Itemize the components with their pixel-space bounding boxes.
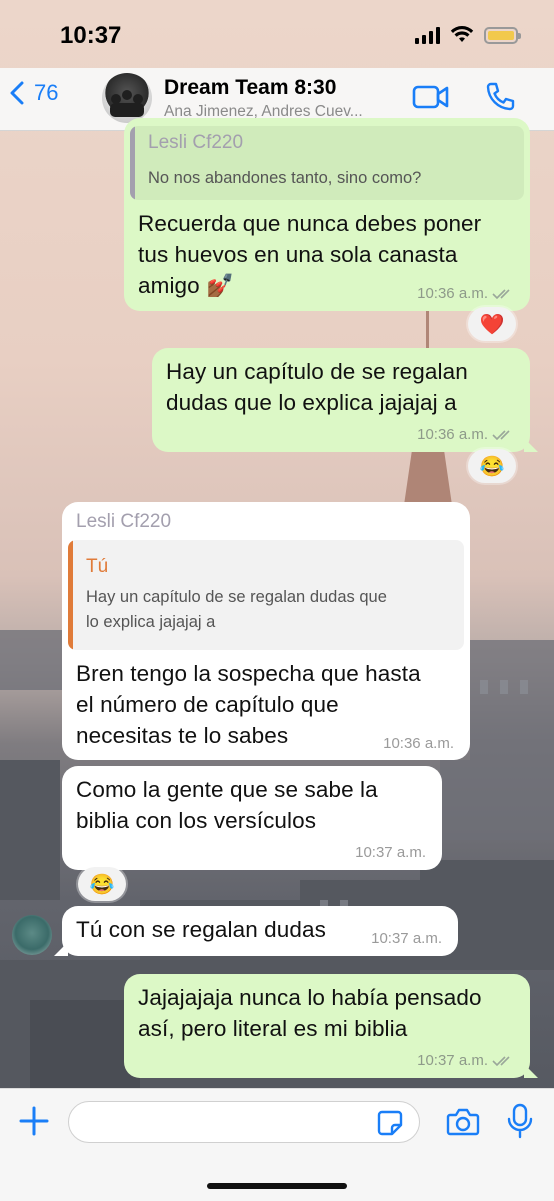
- video-call-button[interactable]: [412, 83, 450, 116]
- chevron-left-icon: [10, 81, 24, 105]
- message-line: Jajajajaja nunca lo había pensado: [138, 985, 482, 1010]
- message-text: Tú con se regalan dudas: [76, 917, 326, 942]
- message-meta: 10:37 a.m.: [417, 1052, 514, 1069]
- message-meta: 10:36 a.m.: [417, 426, 514, 443]
- message-text: Bren tengo la sospecha que hasta el núme…: [76, 658, 421, 751]
- reaction-badge[interactable]: 😂: [468, 449, 516, 483]
- message-time: 10:36 a.m.: [417, 285, 488, 302]
- message-meta: 10:36 a.m.: [383, 735, 454, 752]
- message-text: Como la gente que se sabe la biblia con …: [76, 774, 378, 836]
- message-text: Hay un capítulo de se regalan dudas que …: [166, 356, 468, 418]
- quoted-message[interactable]: Lesli Cf220 No nos abandones tanto, sino…: [130, 126, 524, 200]
- sticker-button[interactable]: [376, 1109, 404, 1142]
- message-meta: 10:36 a.m.: [417, 285, 514, 302]
- message-line: necesitas te lo sabes: [76, 723, 289, 748]
- attach-button[interactable]: [18, 1105, 50, 1142]
- microphone-icon: [507, 1103, 533, 1139]
- quoted-line: Hay un capítulo de se regalan dudas que: [86, 588, 387, 606]
- message-sender[interactable]: Lesli Cf220: [76, 511, 171, 533]
- message-bubble-incoming[interactable]: Tú con se regalan dudas 10:37 a.m.: [54, 906, 458, 956]
- message-line: Bren tengo la sospecha que hasta: [76, 661, 421, 686]
- status-time: 10:37: [60, 22, 122, 49]
- message-time: 10:37 a.m.: [355, 844, 426, 861]
- group-photo-icon: [110, 90, 144, 117]
- message-line: tus huevos en una sola canasta: [138, 242, 458, 267]
- bubble-tail: [524, 438, 538, 452]
- chat-title[interactable]: Dream Team 8:30: [164, 76, 336, 100]
- voice-note-button[interactable]: [506, 1103, 534, 1146]
- unread-count: 76: [34, 80, 59, 105]
- message-time: 10:37 a.m.: [371, 930, 442, 947]
- wifi-icon: [450, 26, 474, 42]
- message-input[interactable]: [68, 1101, 420, 1143]
- camera-button[interactable]: [446, 1107, 480, 1142]
- sticker-icon: [377, 1110, 403, 1136]
- bubble-tail: [524, 1064, 538, 1078]
- camera-icon: [446, 1108, 480, 1136]
- battery-icon: [484, 26, 521, 44]
- status-bar: 10:37: [0, 0, 554, 70]
- message-line: Como la gente que se sabe la: [76, 777, 378, 802]
- quoted-text: Hay un capítulo de se regalan dudas que …: [86, 585, 387, 635]
- quoted-sender: Tú: [86, 556, 109, 577]
- video-camera-icon: [412, 85, 449, 109]
- message-text: Jajajajaja nunca lo había pensado así, p…: [138, 982, 482, 1044]
- quoted-sender: Lesli Cf220: [148, 132, 244, 153]
- message-bubble-incoming[interactable]: Lesli Cf220 Tú Hay un capítulo de se reg…: [62, 502, 470, 760]
- reaction-badge[interactable]: 😂: [78, 867, 126, 901]
- read-receipt-icon: [492, 288, 510, 299]
- quoted-text: No nos abandones tanto, sino como?: [148, 169, 422, 187]
- group-avatar[interactable]: [102, 73, 152, 123]
- message-line: Recuerda que nunca debes poner: [138, 211, 482, 236]
- message-meta: 10:37 a.m.: [355, 844, 426, 861]
- bubble-tail: [54, 942, 68, 956]
- message-meta: 10:37 a.m.: [371, 930, 442, 947]
- message-line: Hay un capítulo de se regalan: [166, 359, 468, 384]
- message-bubble-outgoing[interactable]: Jajajajaja nunca lo había pensado así, p…: [124, 974, 538, 1078]
- plus-icon: [19, 1106, 49, 1136]
- quoted-message[interactable]: Tú Hay un capítulo de se regalan dudas q…: [68, 540, 464, 650]
- phone-icon: [486, 82, 515, 111]
- message-time: 10:36 a.m.: [383, 735, 454, 752]
- message-bubble-incoming[interactable]: Como la gente que se sabe la biblia con …: [62, 766, 442, 870]
- read-receipt-icon: [492, 1055, 510, 1066]
- message-line: así, pero literal es mi biblia: [138, 1016, 408, 1041]
- message-time: 10:36 a.m.: [417, 426, 488, 443]
- read-receipt-icon: [492, 429, 510, 440]
- message-bubble-outgoing[interactable]: Hay un capítulo de se regalan dudas que …: [152, 348, 538, 452]
- status-icons: [415, 26, 521, 44]
- voice-call-button[interactable]: [484, 81, 516, 118]
- message-line: dudas que lo explica jajajaj a: [166, 390, 457, 415]
- quoted-line: lo explica jajajaj a: [86, 613, 216, 631]
- message-bubble-outgoing[interactable]: Lesli Cf220 No nos abandones tanto, sino…: [124, 118, 530, 311]
- message-time: 10:37 a.m.: [417, 1052, 488, 1069]
- message-line: biblia con los versículos: [76, 808, 317, 833]
- sender-avatar[interactable]: [12, 915, 52, 955]
- message-line: el número de capítulo que: [76, 692, 339, 717]
- cellular-signal-icon: [415, 26, 440, 44]
- back-button[interactable]: 76: [10, 80, 58, 106]
- home-indicator: [207, 1183, 347, 1189]
- message-composer: [0, 1088, 554, 1201]
- reaction-badge[interactable]: ❤️: [468, 307, 516, 341]
